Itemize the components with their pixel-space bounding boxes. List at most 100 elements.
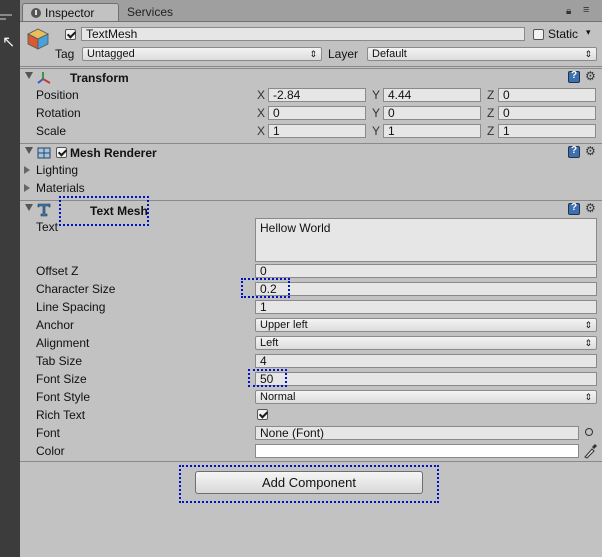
tab-services[interactable]: Services <box>119 3 207 21</box>
y-axis-label: Y <box>372 88 381 102</box>
dropdown-arrow-icon: ⇕ <box>584 338 592 348</box>
y-axis-label: Y <box>372 124 381 138</box>
foldout-open-icon <box>25 204 33 211</box>
rich-text-checkbox[interactable] <box>257 409 268 420</box>
highlight-add-component <box>179 465 439 503</box>
tag-dropdown[interactable]: Untagged ⇕ <box>82 47 322 61</box>
transform-axes-icon <box>37 72 51 84</box>
anchor-value: Upper left <box>260 319 308 331</box>
color-swatch[interactable] <box>255 444 579 458</box>
tag-label: Tag <box>55 47 75 61</box>
gear-icon[interactable]: ⚙︎ <box>585 69 596 83</box>
alignment-dropdown[interactable]: Left ⇕ <box>255 336 597 350</box>
help-icon[interactable] <box>568 145 580 158</box>
font-object-field[interactable]: None (Font) <box>255 426 579 440</box>
scene-panel-edge: ↖ <box>0 0 20 557</box>
alignment-label: Alignment <box>36 336 90 350</box>
rotation-label: Rotation <box>36 106 81 120</box>
alignment-value: Left <box>260 337 279 349</box>
foldout-open-icon <box>25 147 33 154</box>
tab-inspector[interactable]: Inspector <box>22 3 119 21</box>
panel-edge-mark <box>0 18 6 20</box>
static-checkbox[interactable] <box>533 29 544 40</box>
panel-edge-mark <box>0 14 12 16</box>
offset-z-label: Offset Z <box>36 264 79 278</box>
transform-title: Transform <box>70 71 129 85</box>
object-picker-icon[interactable] <box>585 428 593 436</box>
text-label: Text <box>36 220 59 234</box>
z-axis-label: Z <box>487 106 495 120</box>
mesh-renderer-enabled-checkbox[interactable] <box>56 147 67 158</box>
tag-value: Untagged <box>87 48 135 60</box>
scale-z-field[interactable]: 1 <box>498 124 596 138</box>
font-style-label: Font Style <box>36 390 91 404</box>
gear-icon[interactable]: ⚙︎ <box>585 201 596 215</box>
mesh-renderer-title: Mesh Renderer <box>70 146 157 160</box>
position-y-field[interactable]: 4.44 <box>383 88 481 102</box>
character-size-label: Character Size <box>36 282 116 296</box>
info-icon <box>31 7 41 18</box>
scale-label: Scale <box>36 124 67 138</box>
highlight-font-size <box>248 369 287 387</box>
help-icon[interactable] <box>568 70 580 83</box>
tab-size-label: Tab Size <box>36 354 83 368</box>
font-style-value: Normal <box>260 391 296 403</box>
text-area[interactable]: Hellow World <box>255 218 597 262</box>
y-axis-label: Y <box>372 106 381 120</box>
object-header: TextMesh Static ▾ Tag Untagged ⇕ Layer De… <box>20 22 602 67</box>
position-label: Position <box>36 88 79 102</box>
x-axis-label: X <box>257 124 266 138</box>
active-checkbox[interactable] <box>65 29 76 40</box>
font-style-dropdown[interactable]: Normal ⇕ <box>255 390 597 404</box>
gear-icon[interactable]: ⚙︎ <box>585 144 596 158</box>
z-axis-label: Z <box>487 88 495 102</box>
static-dropdown-arrow[interactable]: ▾ <box>586 27 591 38</box>
z-axis-label: Z <box>487 124 495 138</box>
font-label: Font <box>36 426 61 440</box>
color-label: Color <box>36 444 65 458</box>
materials-section[interactable]: Materials <box>36 181 85 195</box>
scale-y-field[interactable]: 1 <box>383 124 481 138</box>
gameobject-cube-icon <box>27 28 49 50</box>
tab-bar: Inspector Services 🔒︎ ≡ <box>20 0 602 22</box>
text-mesh-icon <box>37 203 51 217</box>
lock-icon[interactable]: 🔒︎ <box>566 6 571 17</box>
dropdown-arrow-icon: ⇕ <box>584 320 592 330</box>
highlight-character-size <box>241 278 290 298</box>
font-size-label: Font Size <box>36 372 87 386</box>
offset-z-field[interactable]: 0 <box>255 264 597 278</box>
scale-x-field[interactable]: 1 <box>268 124 366 138</box>
anchor-dropdown[interactable]: Upper left ⇕ <box>255 318 597 332</box>
layer-dropdown[interactable]: Default ⇕ <box>367 47 597 61</box>
dropdown-arrow-icon: ⇕ <box>584 392 592 402</box>
position-z-field[interactable]: 0 <box>498 88 596 102</box>
anchor-label: Anchor <box>36 318 75 332</box>
position-x-field[interactable]: -2.84 <box>268 88 366 102</box>
x-axis-label: X <box>257 88 266 102</box>
mesh-renderer-icon <box>37 147 51 159</box>
highlight-text-mesh-title <box>59 196 149 226</box>
rotation-x-field[interactable]: 0 <box>268 106 366 120</box>
rich-text-label: Rich Text <box>36 408 86 422</box>
tab-label: Services <box>127 5 174 19</box>
rotation-y-field[interactable]: 0 <box>383 106 481 120</box>
line-spacing-field[interactable]: 1 <box>255 300 597 314</box>
static-label: Static <box>548 27 579 41</box>
tab-size-field[interactable]: 4 <box>255 354 597 368</box>
character-size-field[interactable]: 0.2 <box>255 282 597 296</box>
lighting-section[interactable]: Lighting <box>36 163 78 177</box>
eyedropper-icon[interactable] <box>583 443 597 459</box>
layer-label: Layer <box>328 47 359 61</box>
font-size-field[interactable]: 50 <box>255 372 597 386</box>
rotation-z-field[interactable]: 0 <box>498 106 596 120</box>
x-axis-label: X <box>257 106 266 120</box>
foldout-closed-icon[interactable] <box>24 166 30 174</box>
menu-icon[interactable]: ≡ <box>583 4 589 16</box>
help-icon[interactable] <box>568 202 580 215</box>
transform-header[interactable]: Transform ⚙︎ <box>20 68 602 87</box>
mouse-cursor-icon: ↖ <box>2 34 16 51</box>
foldout-closed-icon[interactable] <box>24 184 30 192</box>
mesh-renderer-header[interactable]: Mesh Renderer ⚙︎ <box>20 143 602 162</box>
object-name-field[interactable]: TextMesh <box>81 27 525 41</box>
layer-value: Default <box>372 48 407 60</box>
